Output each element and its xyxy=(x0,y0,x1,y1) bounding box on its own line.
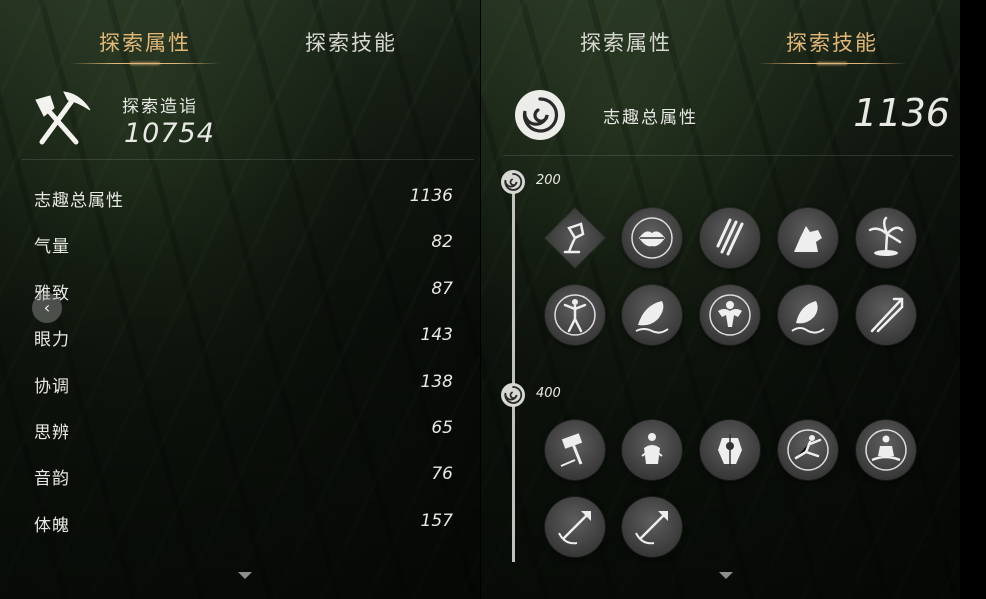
praying-figure-icon[interactable] xyxy=(622,420,682,480)
tier-timeline xyxy=(512,190,515,562)
tier-threshold: 400 xyxy=(536,386,561,401)
attribute-value: 65 xyxy=(431,418,453,438)
arrow-hit-icon[interactable] xyxy=(545,497,605,557)
swirl-icon xyxy=(501,170,525,194)
attribute-name: 气量 xyxy=(34,237,70,257)
screen-edge xyxy=(960,0,986,599)
meditation-icon[interactable] xyxy=(856,420,916,480)
attribute-row: 眼力 143 xyxy=(0,315,480,361)
tier-threshold: 200 xyxy=(536,173,561,188)
attribute-name: 志趣总属性 xyxy=(34,191,124,211)
attribute-value: 1136 xyxy=(409,186,453,206)
attribute-value: 87 xyxy=(431,279,453,299)
dancer-icon[interactable] xyxy=(545,285,605,345)
attributes-panel: 探索属性 探索技能 探索造诣 10754 志趣总属性 1136 气量 82 雅致… xyxy=(0,0,480,599)
armored-warrior-icon[interactable] xyxy=(700,420,760,480)
water-pour-icon[interactable] xyxy=(545,208,605,268)
tab-explore-attributes[interactable]: 探索属性 xyxy=(551,26,701,60)
fish-leap-icon[interactable] xyxy=(778,285,838,345)
hammer-icon[interactable] xyxy=(545,420,605,480)
swirl-icon xyxy=(515,90,565,140)
wolf-icon[interactable] xyxy=(778,208,838,268)
attribute-row: 体魄 157 xyxy=(0,501,480,547)
attribute-name: 眼力 xyxy=(34,330,70,350)
strongman-icon[interactable] xyxy=(700,285,760,345)
swirl-icon xyxy=(501,383,525,407)
tab-explore-skills[interactable]: 探索技能 xyxy=(757,26,907,64)
lips-icon[interactable] xyxy=(622,208,682,268)
explore-mastery-label: 探索造诣 xyxy=(122,97,198,117)
chevron-down-icon[interactable] xyxy=(238,572,252,579)
attribute-name: 体魄 xyxy=(34,516,70,536)
attribute-name: 音韵 xyxy=(34,469,70,489)
kick-icon[interactable] xyxy=(778,420,838,480)
divider xyxy=(22,159,474,160)
fish-icon[interactable] xyxy=(622,285,682,345)
arrows-icon[interactable] xyxy=(856,285,916,345)
palm-tree-icon[interactable] xyxy=(856,208,916,268)
attribute-row: 思辨 65 xyxy=(0,408,480,454)
attribute-row: 雅致 87 xyxy=(0,269,480,315)
attribute-value: 82 xyxy=(431,232,453,252)
attribute-value: 76 xyxy=(431,464,453,484)
attribute-value: 138 xyxy=(420,372,453,392)
explore-mastery-value: 10754 xyxy=(124,118,215,149)
total-attribute-label: 志趣总属性 xyxy=(603,108,698,128)
chevron-down-icon[interactable] xyxy=(719,572,733,579)
tab-explore-attributes[interactable]: 探索属性 xyxy=(70,26,220,64)
chevron-left-icon[interactable]: ‹ xyxy=(32,293,62,323)
tab-explore-skills[interactable]: 探索技能 xyxy=(276,26,426,60)
bamboo-icon[interactable] xyxy=(700,208,760,268)
divider xyxy=(503,155,953,156)
attribute-name: 思辨 xyxy=(34,423,70,443)
attribute-value: 143 xyxy=(420,325,453,345)
arrow-hit-2-icon[interactable] xyxy=(622,497,682,557)
attribute-name: 协调 xyxy=(34,377,70,397)
attribute-row: 音韵 76 xyxy=(0,454,480,500)
total-attribute-value: 1136 xyxy=(853,91,950,135)
pickaxe-shovel-icon xyxy=(35,91,91,145)
skills-panel: 探索属性 探索技能 志趣总属性 1136 200 400 xyxy=(481,0,960,599)
attribute-row: 气量 82 xyxy=(0,222,480,268)
attribute-value: 157 xyxy=(420,511,453,531)
attribute-row: 协调 138 xyxy=(0,362,480,408)
attribute-row: 志趣总属性 1136 xyxy=(0,176,480,222)
